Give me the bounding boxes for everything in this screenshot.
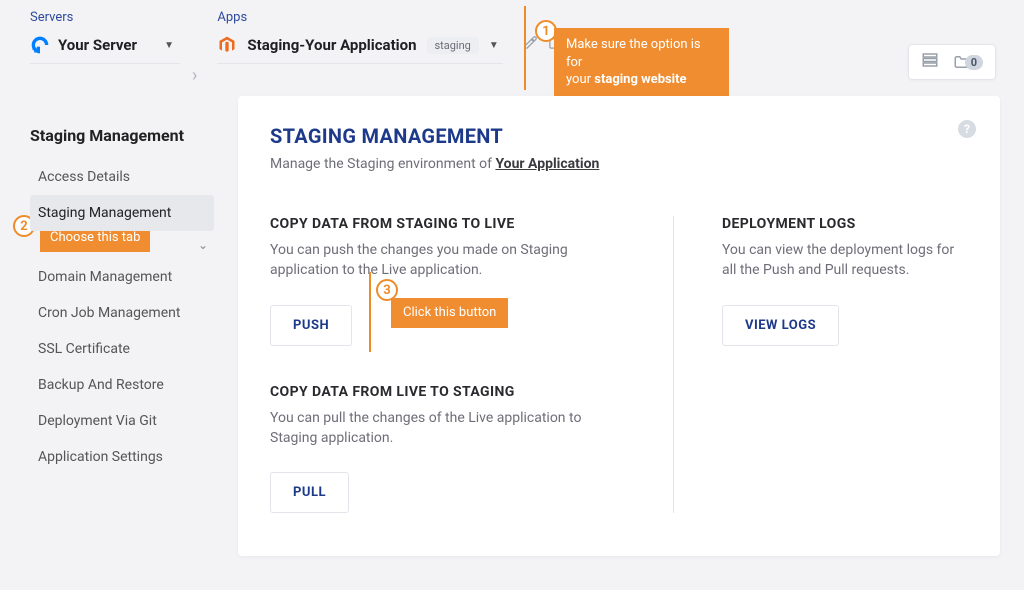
- callout-1-line: [524, 6, 526, 90]
- callout-1: Make sure the option is for your staging…: [554, 28, 729, 97]
- sidebar-item-access-details[interactable]: Access Details: [30, 159, 214, 195]
- section-heading-l2s: COPY DATA FROM LIVE TO STAGING: [270, 384, 625, 400]
- callout-3: Click this button: [391, 298, 508, 328]
- sidebar-item-label: Staging Management: [38, 205, 171, 221]
- chevron-right-icon: ›: [192, 65, 197, 92]
- section-live-to-staging: COPY DATA FROM LIVE TO STAGING You can p…: [270, 384, 625, 514]
- sidebar: Staging Management Access Details Stagin…: [30, 96, 214, 475]
- section-heading-logs: DEPLOYMENT LOGS: [722, 216, 968, 232]
- app-name: Staging-Your Application: [247, 36, 416, 54]
- page-subtitle-prefix: Manage the Staging environment of: [270, 156, 495, 172]
- projects-icon[interactable]: 0: [953, 53, 983, 71]
- magento-icon: [217, 35, 237, 55]
- callout-1-line2b: staging website: [594, 72, 686, 87]
- section-text-logs: You can view the deployment logs for all…: [722, 240, 968, 281]
- view-logs-button[interactable]: VIEW LOGS: [722, 305, 839, 346]
- pull-button[interactable]: PULL: [270, 472, 349, 513]
- section-text-s2l: You can push the changes you made on Sta…: [270, 240, 625, 281]
- sidebar-item-cron-job-management[interactable]: Cron Job Management: [30, 295, 214, 331]
- sidebar-item-deployment-via-git[interactable]: Deployment Via Git: [30, 403, 214, 439]
- apps-crumb: Apps Staging-Your Application staging ▼: [217, 10, 562, 64]
- sidebar-callout-gap: [30, 231, 214, 259]
- callout-1-line2a: your: [566, 72, 594, 87]
- server-name: Your Server: [58, 36, 137, 54]
- callout-3-line: [369, 272, 371, 352]
- help-icon[interactable]: ?: [958, 120, 976, 138]
- top-right-widgets: 0: [908, 44, 996, 80]
- caret-down-icon: ▼: [489, 40, 499, 51]
- sidebar-title: Staging Management: [30, 126, 214, 145]
- server-dropdown[interactable]: Your Server ▼: [30, 29, 180, 64]
- apps-label: Apps: [217, 10, 562, 25]
- top-breadcrumb-bar: Servers Your Server ▼ › Apps Staging-You…: [0, 0, 1024, 96]
- section-text-l2s: You can pull the changes of the Live app…: [270, 408, 625, 449]
- caret-down-icon: ▼: [164, 40, 174, 51]
- sidebar-item-ssl-certificate[interactable]: SSL Certificate: [30, 331, 214, 367]
- sidebar-item-backup-and-restore[interactable]: Backup And Restore: [30, 367, 214, 403]
- push-button[interactable]: PUSH: [270, 305, 352, 346]
- column-separator: [673, 216, 674, 513]
- page-title: STAGING MANAGEMENT: [270, 124, 968, 148]
- sidebar-item-application-settings[interactable]: Application Settings: [30, 439, 214, 475]
- app-dropdown[interactable]: Staging-Your Application staging ▼: [217, 29, 502, 64]
- servers-label: Servers: [30, 10, 180, 25]
- page-subtitle-link[interactable]: Your Application: [495, 156, 599, 172]
- projects-count: 0: [965, 55, 983, 70]
- callout-1-line1: Make sure the option is for: [566, 37, 701, 70]
- staging-badge: staging: [427, 37, 479, 54]
- main-panel: ? STAGING MANAGEMENT Manage the Staging …: [238, 96, 1000, 556]
- sidebar-item-staging-management[interactable]: Staging Management ⌄: [30, 195, 214, 231]
- list-view-icon[interactable]: [921, 51, 939, 73]
- servers-crumb: Servers Your Server ▼: [30, 10, 180, 64]
- right-column: DEPLOYMENT LOGS You can view the deploym…: [714, 216, 968, 513]
- left-column: COPY DATA FROM STAGING TO LIVE You can p…: [270, 216, 633, 513]
- section-deployment-logs: DEPLOYMENT LOGS You can view the deploym…: [722, 216, 968, 346]
- sidebar-item-domain-management[interactable]: Domain Management: [30, 259, 214, 295]
- section-heading-s2l: COPY DATA FROM STAGING TO LIVE: [270, 216, 625, 232]
- digitalocean-icon: [30, 35, 50, 55]
- page-subtitle: Manage the Staging environment of Your A…: [270, 156, 968, 172]
